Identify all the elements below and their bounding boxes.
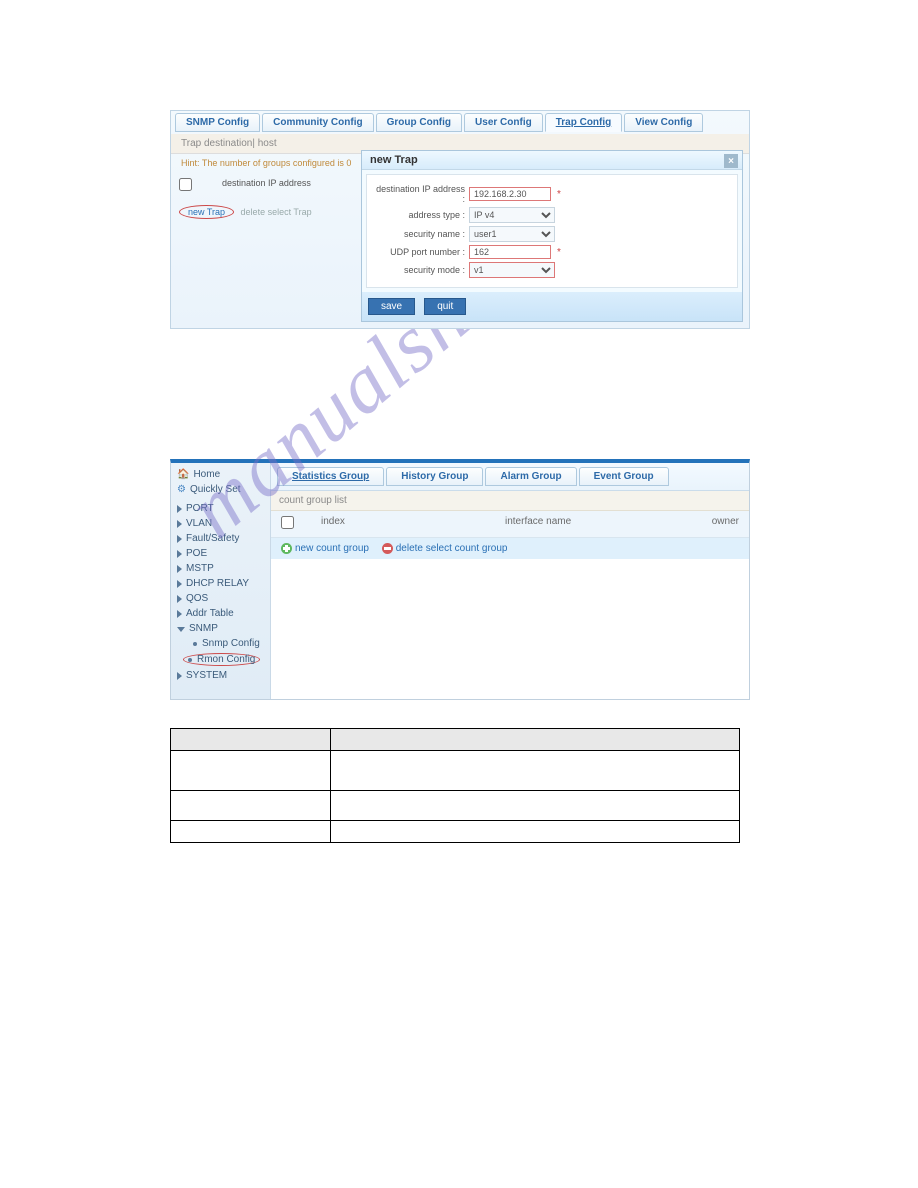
cell (331, 821, 740, 843)
udp-port-field[interactable] (469, 245, 551, 259)
cell (331, 751, 740, 791)
sidebar-home[interactable]: 🏠Home (171, 467, 270, 482)
save-button[interactable]: save (368, 298, 415, 315)
col-owner: owner (689, 516, 739, 532)
sidebar-rmon-config[interactable]: Rmon Config (177, 651, 270, 668)
cell (171, 791, 331, 821)
th-left (171, 729, 331, 751)
tab-alarm-group[interactable]: Alarm Group (485, 467, 576, 486)
select-all-checkbox[interactable] (179, 178, 192, 191)
sidebar-port[interactable]: PORT (171, 501, 270, 516)
col-destination-ip: destination IP address (222, 178, 311, 191)
label-security-name: security name : (373, 229, 469, 239)
tab-community-config[interactable]: Community Config (262, 113, 373, 132)
delete-select-count-group-link[interactable]: delete select count group (396, 543, 508, 554)
column-header-row: index interface name owner (271, 511, 749, 538)
new-trap-modal: new Trap × destination IP address : * ad… (361, 150, 743, 322)
tab-trap-config[interactable]: Trap Config (545, 113, 623, 132)
tab-group-config[interactable]: Group Config (376, 113, 462, 132)
main-content: Statistics Group History Group Alarm Gro… (271, 463, 749, 699)
security-name-select[interactable]: user1 (469, 226, 555, 242)
close-icon[interactable]: × (724, 154, 738, 168)
action-bar: new count group delete select count grou… (271, 538, 749, 559)
destination-ip-field[interactable] (469, 187, 551, 201)
address-type-select[interactable]: IP v4 (469, 207, 555, 223)
sidebar-system[interactable]: SYSTEM (171, 668, 270, 683)
sidebar-snmp-config[interactable]: Snmp Config (177, 636, 270, 651)
tab-bar: SNMP Config Community Config Group Confi… (171, 111, 749, 134)
modal-footer: save quit (362, 292, 742, 321)
tab-event-group[interactable]: Event Group (579, 467, 669, 486)
modal-title-bar: new Trap × (362, 151, 742, 170)
rmon-config-screenshot: 🏠Home ⚙Quickly Set PORT VLAN Fault/Safet… (170, 459, 750, 700)
sidebar-qos[interactable]: QOS (171, 591, 270, 606)
label-security-mode: security mode : (373, 265, 469, 275)
trap-host-list: destination IP address new Trap delete s… (171, 172, 361, 328)
empty-list-area (271, 559, 749, 699)
label-udp-port: UDP port number : (373, 247, 469, 257)
th-right (331, 729, 740, 751)
sidebar-addr-table[interactable]: Addr Table (171, 606, 270, 621)
tab-user-config[interactable]: User Config (464, 113, 543, 132)
sidebar-fault-safety[interactable]: Fault/Safety (171, 531, 270, 546)
list-header: count group list (271, 491, 749, 511)
col-interface-name: interface name (505, 516, 689, 532)
sidebar-vlan[interactable]: VLAN (171, 516, 270, 531)
cell (331, 791, 740, 821)
parameter-table (170, 728, 740, 843)
sidebar-snmp[interactable]: SNMP (171, 621, 270, 636)
sidebar-quickly-set[interactable]: ⚙Quickly Set (171, 482, 270, 497)
sidebar: 🏠Home ⚙Quickly Set PORT VLAN Fault/Safet… (171, 463, 271, 699)
modal-title: new Trap (370, 154, 418, 166)
tab-statistics-group[interactable]: Statistics Group (277, 467, 384, 486)
add-icon (281, 543, 292, 554)
page: SNMP Config Community Config Group Confi… (0, 0, 918, 1043)
tab-history-group[interactable]: History Group (386, 467, 483, 486)
trap-config-screenshot: SNMP Config Community Config Group Confi… (170, 110, 750, 329)
col-index: index (321, 516, 505, 532)
sidebar-dhcp-relay[interactable]: DHCP RELAY (171, 576, 270, 591)
tab-snmp-config[interactable]: SNMP Config (175, 113, 260, 132)
security-mode-select[interactable]: v1 (469, 262, 555, 278)
cell (171, 821, 331, 843)
select-all-checkbox[interactable] (281, 516, 294, 529)
delete-select-trap-link[interactable]: delete select Trap (241, 207, 312, 217)
quit-button[interactable]: quit (424, 298, 466, 315)
required-mark: * (557, 189, 561, 200)
tab-view-config[interactable]: View Config (624, 113, 703, 132)
new-count-group-link[interactable]: new count group (295, 543, 369, 554)
new-trap-link[interactable]: new Trap (179, 205, 234, 219)
label-address-type: address type : (373, 210, 469, 220)
delete-icon (382, 543, 393, 554)
label-destination-ip: destination IP address : (373, 184, 469, 204)
required-mark: * (557, 247, 561, 258)
sidebar-poe[interactable]: POE (171, 546, 270, 561)
rmon-tab-bar: Statistics Group History Group Alarm Gro… (271, 463, 749, 491)
sidebar-mstp[interactable]: MSTP (171, 561, 270, 576)
cell (171, 751, 331, 791)
